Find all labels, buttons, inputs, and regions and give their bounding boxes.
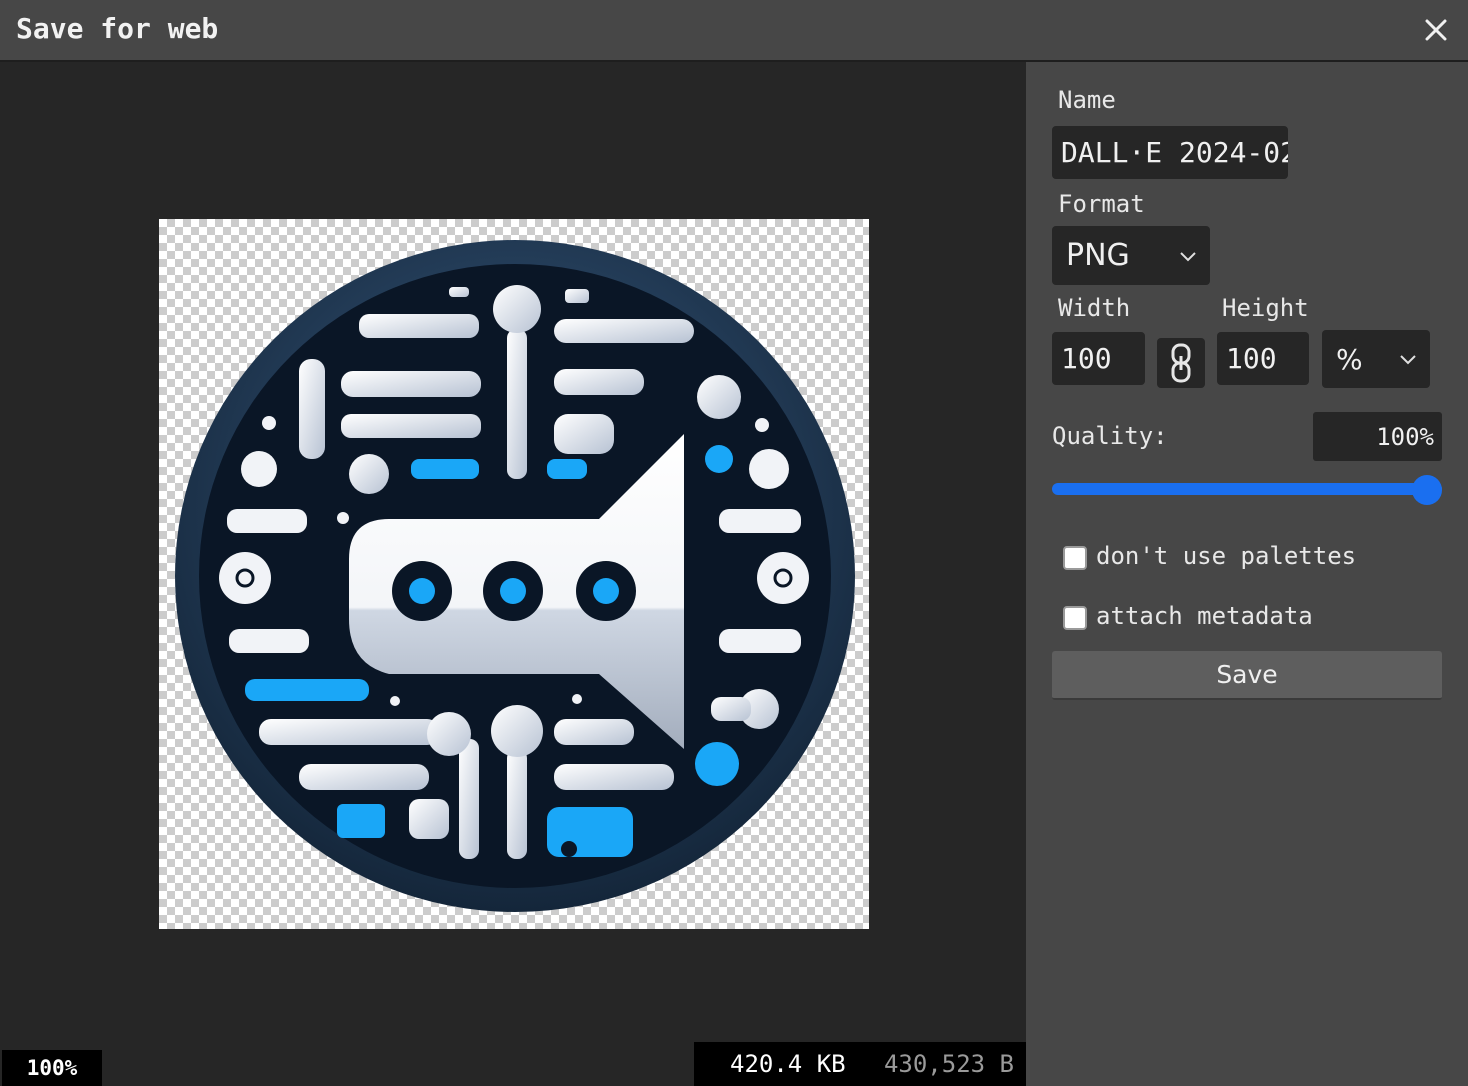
- format-select[interactable]: PNG: [1052, 226, 1210, 285]
- format-select-value: PNG: [1066, 238, 1130, 273]
- image-preview: [159, 219, 869, 929]
- unit-select[interactable]: %: [1322, 330, 1430, 388]
- quality-slider-track[interactable]: [1052, 483, 1442, 495]
- format-label: Format: [1058, 190, 1145, 218]
- attach-metadata-checkbox[interactable]: [1063, 606, 1087, 630]
- name-input[interactable]: DALL·E 2024-02-: [1052, 126, 1288, 179]
- attach-metadata-label[interactable]: attach metadata: [1096, 602, 1313, 630]
- quality-slider-thumb[interactable]: [1412, 475, 1442, 505]
- dont-use-palettes-checkbox[interactable]: [1063, 546, 1087, 570]
- chevron-down-icon: [1180, 251, 1196, 261]
- file-size-kb: 420.4 KB: [730, 1050, 846, 1078]
- constrain-proportions-toggle[interactable]: [1157, 338, 1205, 388]
- height-input[interactable]: 100: [1217, 332, 1309, 385]
- zoom-level: 100%: [2, 1050, 102, 1086]
- file-size-bar: 420.4 KB 430,523 B: [694, 1042, 1026, 1086]
- export-settings-panel: Name DALL·E 2024-02- Format PNG Width He…: [1026, 62, 1468, 1086]
- width-label: Width: [1058, 294, 1131, 322]
- height-label: Height: [1222, 294, 1309, 322]
- preview-area[interactable]: 100% 420.4 KB 430,523 B: [0, 62, 1026, 1086]
- close-icon: [1425, 19, 1447, 41]
- width-input[interactable]: 100: [1052, 332, 1145, 385]
- chain-link-icon: [1171, 343, 1191, 383]
- dont-use-palettes-label[interactable]: don't use palettes: [1096, 542, 1356, 570]
- close-button[interactable]: [1418, 12, 1454, 48]
- dialog-title: Save for web: [16, 12, 219, 45]
- title-bar: Save for web: [0, 0, 1468, 62]
- chevron-down-icon: [1400, 355, 1416, 365]
- file-size-bytes: 430,523 B: [883, 1050, 1014, 1078]
- name-label: Name: [1058, 86, 1116, 114]
- quality-label: Quality:: [1052, 422, 1168, 450]
- quality-value[interactable]: 100%: [1313, 412, 1442, 461]
- circuit-chat-bubble-logo: [175, 240, 855, 912]
- save-button[interactable]: Save: [1052, 651, 1442, 700]
- unit-select-value: %: [1336, 342, 1363, 376]
